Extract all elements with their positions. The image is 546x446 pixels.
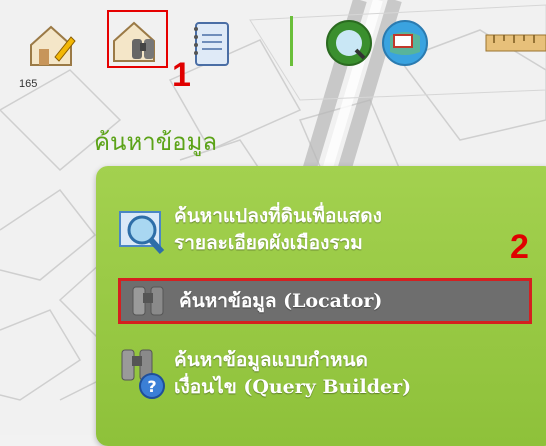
notepad-icon[interactable] xyxy=(182,14,240,72)
menu-item-locator-label: ค้นหาข้อมูล (Locator) xyxy=(179,289,383,312)
map-number-label: 165 xyxy=(19,78,38,90)
menu-item-query-builder[interactable]: ? ค้นหาข้อมูลแบบกำหนด เงื่อนไข (Query Bu… xyxy=(116,344,546,404)
globe-search-icon[interactable] xyxy=(320,14,378,72)
ruler-icon[interactable] xyxy=(480,14,546,72)
highlight-box-locator-tool xyxy=(107,10,168,68)
menu-item-locator[interactable]: ค้นหาข้อมูล (Locator) xyxy=(118,278,532,324)
step-number-2: 2 xyxy=(510,228,529,266)
menu-item-parcel-line1: ค้นหาแปลงที่ดินเพื่อแสดง xyxy=(174,205,382,227)
toolbar-separator xyxy=(290,16,293,66)
globe-window-icon[interactable] xyxy=(376,14,434,72)
search-menu-panel: ค้นหาแปลงที่ดินเพื่อแสดง รายละเอียดผังเม… xyxy=(96,166,546,446)
map-search-icon xyxy=(116,202,172,258)
menu-item-query-line1: ค้นหาข้อมูลแบบกำหนด xyxy=(174,349,368,371)
section-title: ค้นหาข้อมูล xyxy=(94,128,218,156)
menu-item-parcel-line2: รายละเอียดผังเมืองรวม xyxy=(174,232,363,254)
binoculars-icon xyxy=(127,281,173,321)
edit-document-icon[interactable] xyxy=(22,14,80,72)
menu-item-parcel-search[interactable]: ค้นหาแปลงที่ดินเพื่อแสดง รายละเอียดผังเม… xyxy=(116,202,546,258)
svg-text:?: ? xyxy=(147,377,156,396)
menu-item-query-line2: เงื่อนไข (Query Builder) xyxy=(174,376,412,398)
binoculars-question-icon: ? xyxy=(116,344,172,404)
